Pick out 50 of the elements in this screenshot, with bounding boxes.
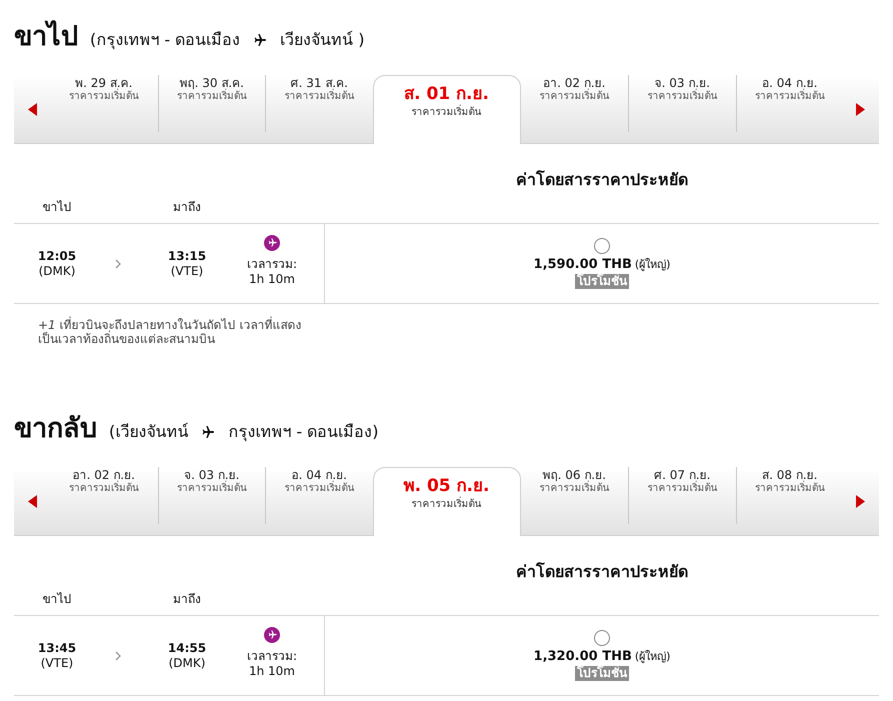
section-title: ขากลับ: [14, 415, 97, 442]
fare-radio[interactable]: [594, 238, 610, 254]
note-text: +1 เที่ยวบินจะถึงปลายทางในวันถัดไป เวลาที่แสดงเป็นเวลาท้องถิ่นของแต่ละสนามบิน: [38, 318, 302, 346]
date-tab[interactable]: อา. 02 ก.ย. ราคารวมเริ่มต้น: [520, 75, 628, 132]
airport-code: (VTE): [170, 264, 204, 278]
date-tab[interactable]: ส. 01 ก.ย. ราคารวมเริ่มต้น: [372, 75, 520, 144]
date-tab[interactable]: พฤ. 30 ส.ค. ราคารวมเริ่มต้น: [158, 75, 265, 132]
route-text: กรุงเทพฯ - ดอนเมือง): [228, 424, 378, 440]
passenger-type: (ผู้ใหญ่): [634, 648, 670, 665]
left-arrow-icon: [28, 103, 36, 116]
date-tab[interactable]: จ. 03 ก.ย. ราคารวมเริ่มต้น: [628, 75, 736, 132]
departure-time: 12:05: [38, 248, 76, 264]
date-tab[interactable]: จ. 03 ก.ย. ราคารวมเริ่มต้น: [158, 467, 265, 524]
column-header: มาถึง: [172, 201, 202, 216]
fare-header: ค่าโดยสารราคาประหยัด: [516, 564, 688, 580]
airplane-icon: [252, 32, 268, 48]
date-tab[interactable]: พ. 29 ส.ค. ราคารวมเริ่มต้น: [50, 75, 158, 132]
passenger-type: (ผู้ใหญ่): [634, 256, 670, 273]
route-text: (กรุงเทพฯ - ดอนเมือง: [90, 32, 240, 48]
fare-radio[interactable]: [594, 630, 610, 646]
route-text: เวียงจันทน์ ): [280, 32, 365, 48]
date-tab[interactable]: พ. 05 ก.ย. ราคารวมเริ่มต้น: [372, 467, 520, 536]
right-arrow-icon: [856, 103, 864, 116]
fare-price: 1,320.00 THB: [534, 648, 632, 666]
date-tab[interactable]: อ. 04 ก.ย. ราคารวมเริ่มต้น: [736, 75, 843, 132]
promotion-badge: โปรโมชั่น: [575, 274, 629, 290]
date-tab[interactable]: ส. 08 ก.ย. ราคารวมเริ่มต้น: [736, 467, 843, 524]
duration-text: เวลารวม: 1h 10m: [246, 648, 298, 678]
departure-time: 13:45: [38, 640, 76, 656]
arrival-time: 13:15: [168, 248, 206, 264]
column-header: ขาไป: [42, 593, 72, 608]
airport-code: (VTE): [40, 656, 74, 670]
promotion-badge: โปรโมชั่น: [575, 666, 629, 682]
column-header: ขาไป: [42, 201, 72, 216]
date-tab[interactable]: อา. 02 ก.ย. ราคารวมเริ่มต้น: [50, 467, 158, 524]
arrival-time: 14:55: [168, 640, 206, 656]
chevron-right-icon: [115, 258, 121, 268]
airplane-icon: [200, 424, 216, 440]
column-header: มาถึง: [172, 593, 202, 608]
date-tab[interactable]: ศ. 07 ก.ย. ราคารวมเริ่มต้น: [628, 467, 736, 524]
route-text: (เวียงจันทน์: [109, 424, 188, 440]
date-tab[interactable]: พฤ. 06 ก.ย. ราคารวมเริ่มต้น: [520, 467, 628, 524]
chevron-right-icon: [115, 650, 121, 660]
left-arrow-icon: [28, 495, 36, 508]
right-arrow-icon: [856, 495, 864, 508]
fare-header: ค่าโดยสารราคาประหยัด: [516, 172, 688, 188]
airport-code: (DMK): [38, 264, 76, 278]
duration-text: เวลารวม: 1h 10m: [246, 256, 298, 286]
fare-price: 1,590.00 THB: [534, 256, 632, 274]
airport-code: (DMK): [168, 656, 206, 670]
